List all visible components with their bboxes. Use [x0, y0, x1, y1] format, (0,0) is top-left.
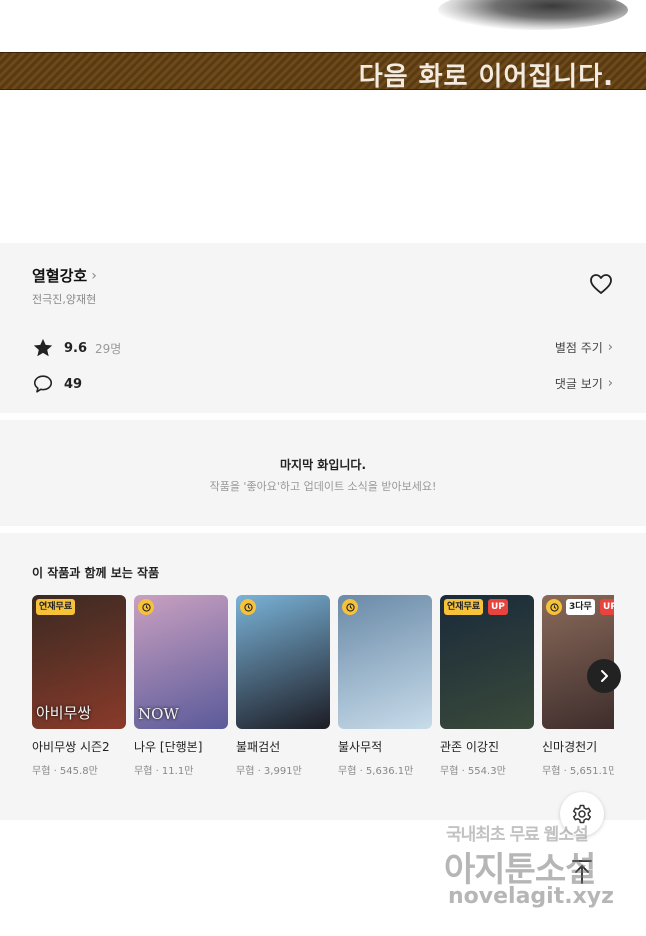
- cover-title-art: 아비무쌍: [36, 704, 92, 722]
- cover-thumbnail: 연재무료 UP: [440, 595, 534, 729]
- rating-count: 29명: [95, 341, 122, 356]
- work-title-link[interactable]: 열혈강호 ›: [32, 265, 97, 286]
- update-badge: UP: [488, 599, 508, 615]
- cover-thumbnail: [338, 595, 432, 729]
- recommendation-card[interactable]: 연재무료 UP 관존 이강진무협 · 554.3만: [440, 595, 534, 777]
- wait-free-badge: [240, 599, 256, 615]
- carousel-next-button[interactable]: [587, 659, 621, 693]
- rate-button[interactable]: 별점 주기 ›: [555, 339, 613, 356]
- wait-free-badge: [138, 599, 154, 615]
- recommendation-meta: 무협 · 11.1만: [134, 766, 194, 777]
- chevron-right-icon: ›: [91, 267, 97, 284]
- work-authors: 전극진,양재현: [32, 293, 97, 306]
- update-badge: UP: [600, 599, 614, 615]
- cover-title-art: NOW: [138, 705, 179, 723]
- recommendation-meta: 무협 · 5,636.1만: [338, 766, 414, 777]
- recommendation-card[interactable]: 불패검선무협 · 3,991만: [236, 595, 330, 777]
- rating-value: 9.6: [64, 340, 88, 356]
- recommendation-title: 관존 이강진: [440, 740, 500, 754]
- recommendation-title: 아비무쌍 시즌2: [32, 740, 110, 754]
- recommendation-meta: 무협 · 545.8만: [32, 766, 98, 777]
- cover-thumbnail: NOW: [134, 595, 228, 729]
- comment-count: 49: [64, 376, 83, 392]
- work-info-section: 열혈강호 › 전극진,양재현 9.6 29명 별점 주기 › 49 댓글 보기 …: [0, 243, 646, 413]
- cover-thumbnail: 연재무료아비무쌍: [32, 595, 126, 729]
- recommendation-card[interactable]: 불사무적무협 · 5,636.1만: [338, 595, 432, 777]
- comment-icon: [33, 375, 53, 393]
- recommendation-meta: 무협 · 5,651.1만: [542, 766, 614, 777]
- chevron-right-icon: [601, 670, 608, 682]
- work-title: 열혈강호: [32, 267, 88, 285]
- clock-icon: [345, 602, 355, 612]
- comic-panel: [0, 0, 646, 52]
- recommendation-meta: 무협 · 3,991만: [236, 766, 302, 777]
- wait-free-badge: [342, 599, 358, 615]
- recommendation-title: 불사무적: [338, 740, 383, 754]
- comment-row: 49: [32, 373, 82, 395]
- rating-row: 9.6 29명: [32, 337, 121, 359]
- recommendations-carousel: 연재무료아비무쌍아비무쌍 시즌2 무협 · 545.8만 NOW 나우 [단행본] 무협…: [32, 595, 614, 795]
- clock-icon: [141, 602, 151, 612]
- heart-icon[interactable]: [589, 273, 613, 295]
- cover-thumbnail: [236, 595, 330, 729]
- recommendation-title: 불패검선: [236, 740, 281, 754]
- chevron-right-icon: ›: [607, 376, 613, 391]
- continued-banner: 다음 화로 이어집니다.: [0, 52, 646, 92]
- ink-brush-art: [438, 0, 628, 30]
- free-serial-badge: 연재무료: [444, 599, 484, 615]
- viewer-page: 다음 화로 이어집니다. 열혈강호 › 전극진,양재현 9.6 29명 별점 주…: [0, 0, 646, 936]
- recommendation-meta: 무협 · 554.3만: [440, 766, 506, 777]
- chevron-right-icon: ›: [607, 340, 613, 355]
- notice-subtitle: 작품을 '좋아요'하고 업데이트 소식을 받아보세요!: [209, 480, 437, 493]
- recommendations-section: 이 작품과 함께 보는 작품 연재무료아비무쌍아비무쌍 시즌2 무협 · 545.…: [0, 533, 646, 820]
- star-icon: [33, 338, 53, 357]
- last-episode-notice: 마지막 화입니다. 작품을 '좋아요'하고 업데이트 소식을 받아보세요!: [0, 420, 646, 526]
- comments-button-label: 댓글 보기: [554, 377, 603, 391]
- recommendation-title: 나우 [단행본]: [134, 740, 203, 754]
- watermark-url: novelagit.xyz: [448, 884, 614, 909]
- recommendation-title: 신마경천기: [542, 740, 598, 754]
- clock-icon: [243, 602, 253, 612]
- days-free-badge: 3다무: [566, 599, 595, 615]
- free-serial-badge: 연재무료: [36, 599, 76, 615]
- site-watermark: 국내최초 무료 웹소설 아지툰소설 novelagit.xyz: [440, 818, 640, 918]
- recommendation-card[interactable]: NOW 나우 [단행본] 무협 · 11.1만: [134, 595, 228, 777]
- continued-text: 다음 화로 이어집니다.: [358, 62, 614, 92]
- comments-button[interactable]: 댓글 보기 ›: [555, 375, 613, 392]
- rate-button-label: 별점 주기: [554, 341, 603, 355]
- clock-icon: [549, 602, 559, 612]
- recommendation-card[interactable]: 연재무료아비무쌍아비무쌍 시즌2 무협 · 545.8만: [32, 595, 126, 777]
- notice-title: 마지막 화입니다.: [279, 458, 367, 472]
- recommendations-heading: 이 작품과 함께 보는 작품: [32, 566, 160, 580]
- wait-free-badge: [546, 599, 562, 615]
